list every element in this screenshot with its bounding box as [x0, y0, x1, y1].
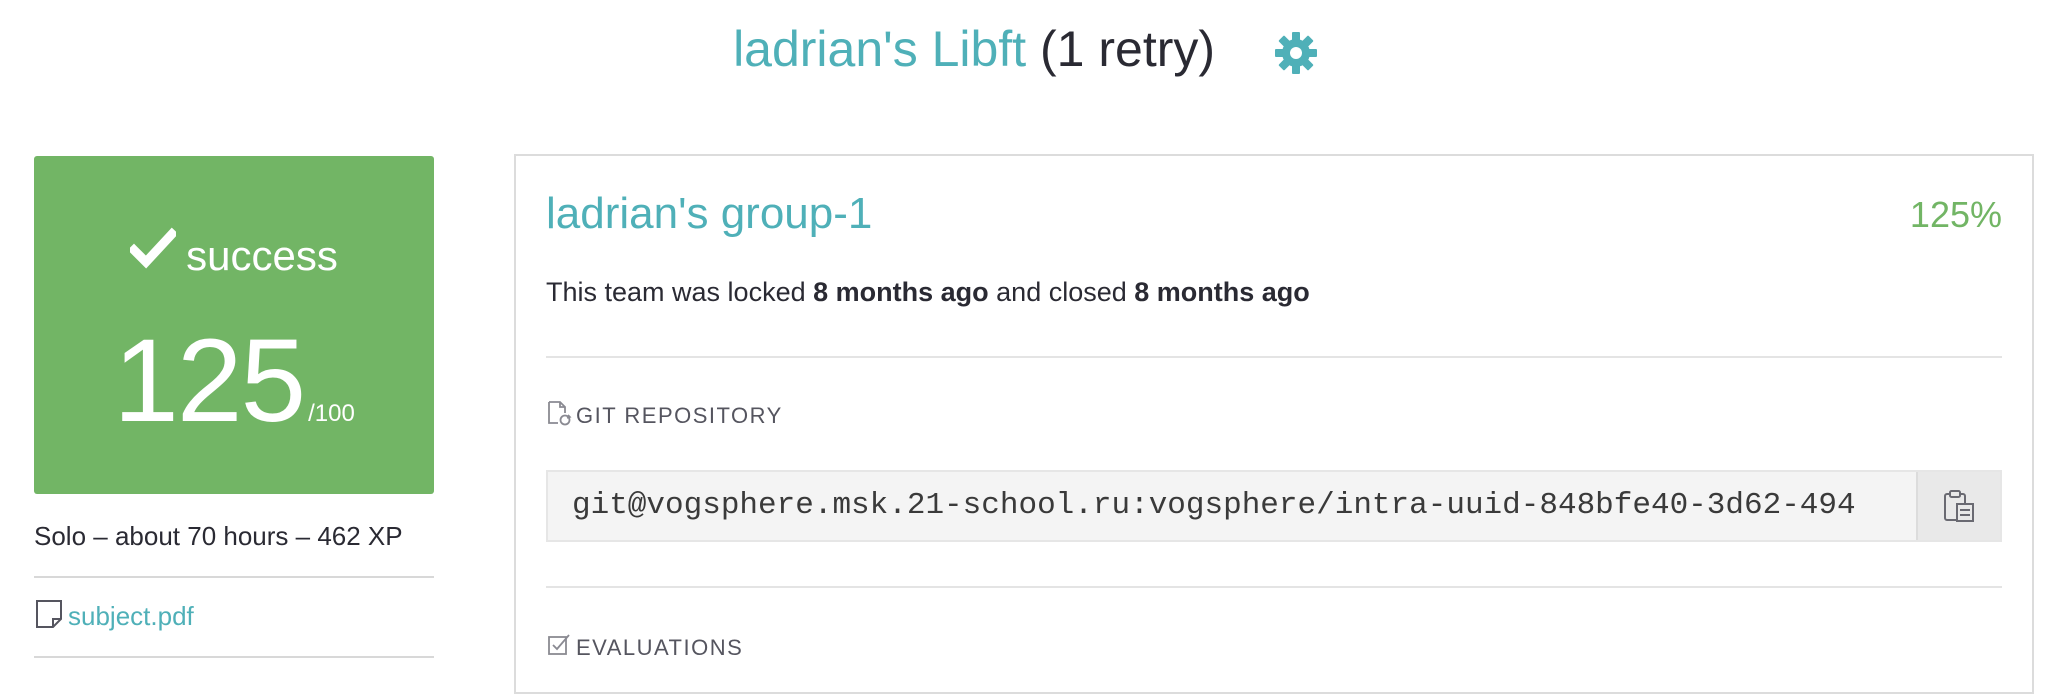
team-percentage: 125%	[1909, 194, 2002, 235]
gear-icon[interactable]	[1273, 24, 1319, 74]
repo-url-box	[546, 470, 2002, 542]
evaluations-heading: EVALUATIONS	[546, 632, 743, 663]
status-label: success	[186, 232, 338, 279]
result-card: success 125/100	[34, 156, 434, 494]
divider	[546, 356, 2002, 358]
evaluations-section-label: EVALUATIONS	[576, 635, 744, 660]
locked-time: 8 months ago	[813, 277, 989, 307]
final-score: 125/100	[34, 316, 434, 446]
divider	[34, 656, 434, 658]
page-title: ladrian's Libft (1 retry)	[0, 14, 2052, 84]
repo-url-field[interactable]	[548, 472, 1916, 540]
closed-time: 8 months ago	[1134, 277, 1310, 307]
check-icon	[127, 226, 179, 272]
git-repository-heading: GIT REPOSITORY	[546, 400, 783, 431]
project-name: ladrian's Libft	[733, 21, 1027, 77]
status-middle: and closed	[996, 277, 1127, 307]
git-section-label: GIT REPOSITORY	[576, 403, 783, 428]
project-meta: Solo – about 70 hours – 462 XP	[34, 521, 403, 551]
divider	[34, 576, 434, 578]
team-status: This team was locked 8 months ago and cl…	[546, 272, 1310, 312]
score-max: /100	[308, 400, 355, 427]
divider	[546, 586, 2002, 588]
file-icon	[34, 599, 64, 629]
git-file-icon	[546, 400, 572, 426]
copy-button[interactable]	[1916, 472, 2000, 540]
subject-attachment: subject.pdf	[34, 598, 194, 634]
checkbox-icon	[546, 632, 572, 658]
clipboard-icon	[1944, 490, 1974, 522]
subject-link[interactable]: subject.pdf	[68, 601, 194, 631]
retry-count: (1 retry)	[1040, 21, 1216, 77]
status-badge: success	[34, 226, 434, 281]
team-panel: ladrian's group-1 125% This team was loc…	[514, 154, 2034, 694]
score-value: 125	[113, 315, 306, 447]
team-name[interactable]: ladrian's group-1	[546, 186, 872, 242]
status-prefix: This team was locked	[546, 277, 806, 307]
